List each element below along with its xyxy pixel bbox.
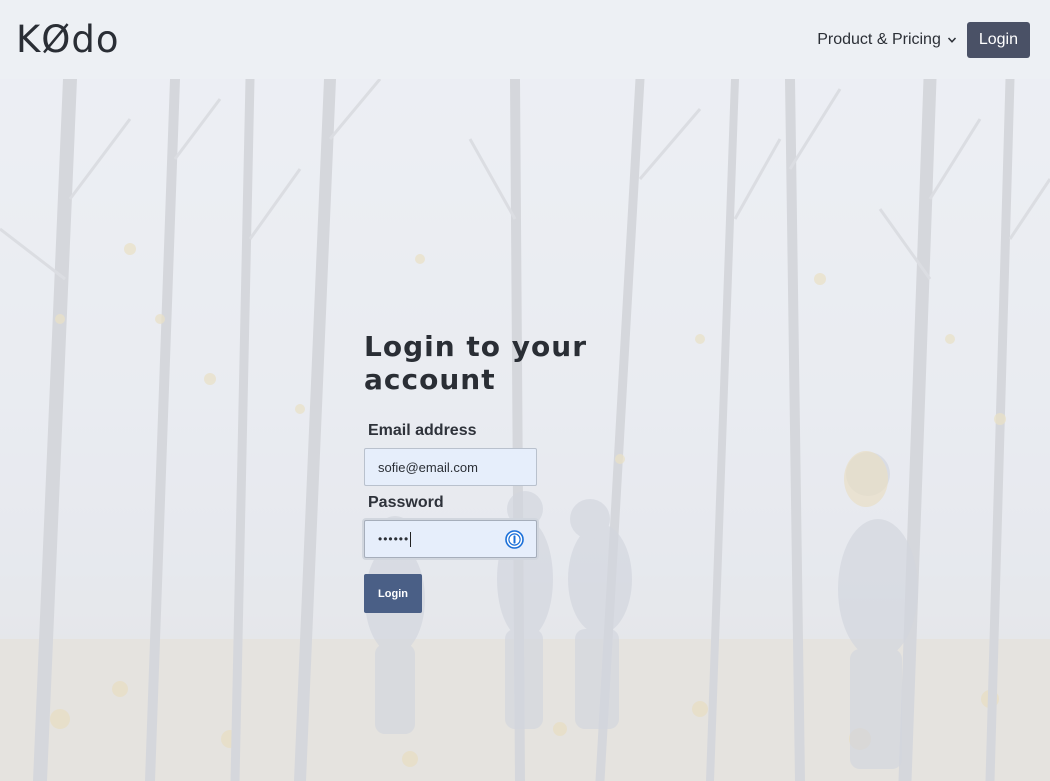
- email-value: sofie@email.com: [378, 459, 478, 475]
- email-label: Email address: [368, 422, 477, 439]
- password-field[interactable]: ••••••: [364, 520, 537, 558]
- login-form: Login to your account Email address sofi…: [364, 330, 694, 613]
- top-navigation-bar: KØdo Product & Pricing Login: [0, 0, 1050, 79]
- email-field[interactable]: sofie@email.com: [364, 448, 537, 486]
- text-cursor: [410, 531, 412, 547]
- chevron-down-icon: [947, 36, 956, 43]
- brand-logo[interactable]: KØdo: [16, 18, 120, 61]
- password-label: Password: [368, 494, 444, 511]
- product-pricing-dropdown[interactable]: Product & Pricing: [817, 31, 957, 49]
- product-pricing-label: Product & Pricing: [817, 30, 941, 48]
- password-manager-icon[interactable]: [505, 530, 524, 549]
- header-login-button[interactable]: Login: [966, 21, 1030, 58]
- login-submit-button[interactable]: Login: [364, 574, 422, 613]
- login-title: Login to your account: [364, 330, 587, 396]
- password-value: ••••••: [378, 532, 410, 546]
- main-nav: Product & Pricing Login: [817, 21, 1030, 58]
